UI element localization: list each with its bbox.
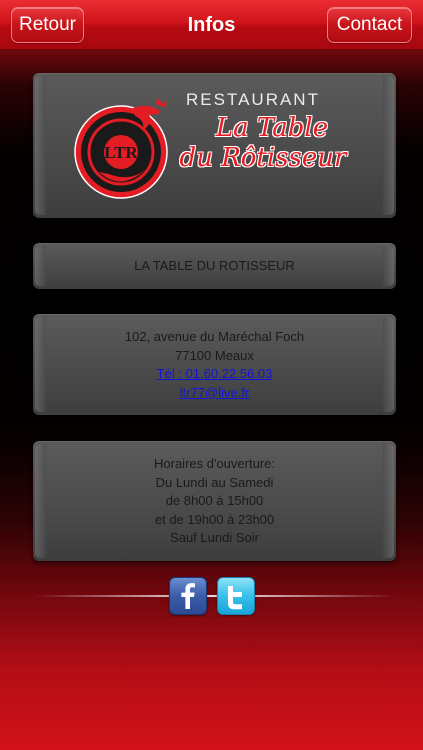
back-button[interactable]: Retour: [11, 7, 84, 43]
nav-bar: Retour Infos Contact: [0, 0, 423, 50]
city-postcode: 77100 Meaux: [175, 347, 254, 363]
contact-button[interactable]: Contact: [327, 7, 412, 43]
facebook-icon[interactable]: [169, 577, 207, 615]
name-panel: LA TABLE DU ROTISSEUR: [33, 243, 396, 289]
twitter-icon[interactable]: [217, 577, 255, 615]
hours-days: Du Lundi au Samedi: [155, 474, 274, 490]
hours-morning: de 8h00 à 15h00: [165, 493, 264, 508]
restaurant-name: LA TABLE DU ROTISSEUR: [134, 258, 295, 273]
logo-restaurant-word: RESTAURANT: [186, 90, 320, 109]
email-link[interactable]: ltr77@live.fr: [180, 385, 250, 400]
restaurant-logo-emblem: LTR: [74, 98, 168, 199]
hours-heading: Horaires d'ouverture:: [154, 456, 275, 471]
logo-script-line2: du Rôtisseur: [179, 143, 347, 173]
opening-hours-panel: Horaires d'ouverture: Du Lundi au Samedi…: [33, 441, 396, 561]
address-panel: 102, avenue du Maréchal Foch 77100 Meaux…: [33, 314, 396, 415]
street-address: 102, avenue du Maréchal Foch: [124, 329, 305, 344]
logo-panel: LTR RESTAURANT La Table du Rôtisseur: [33, 73, 396, 218]
divider-line: [33, 595, 396, 597]
logo-script-name: La Table du Rôtisseur: [173, 113, 353, 173]
phone-link[interactable]: Tél : 01.60.22.56.03: [157, 366, 273, 381]
hours-evening: et de 19h00 à 23h00: [154, 511, 275, 527]
emblem-letters: LTR: [104, 143, 138, 162]
logo-script-line1: La Table: [215, 113, 329, 143]
hours-exception: Sauf Lundi Soir: [170, 530, 259, 545]
